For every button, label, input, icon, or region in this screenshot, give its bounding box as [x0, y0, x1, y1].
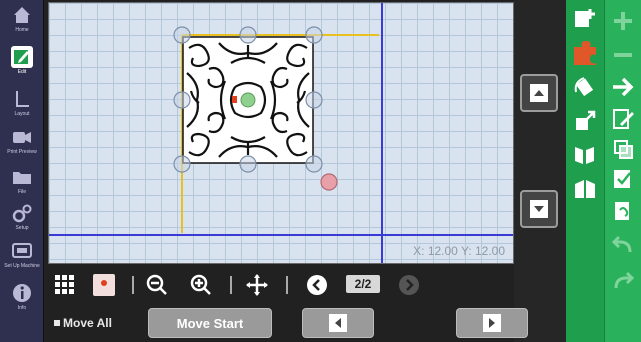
sidebar-item-label: File: [17, 189, 27, 195]
transform-icon: [615, 202, 629, 220]
add-pattern-button[interactable]: [570, 4, 600, 34]
grid-icon: [55, 275, 74, 294]
tool-column-primary: [566, 0, 604, 342]
resize-icon: [576, 110, 596, 130]
step-left-button[interactable]: [302, 308, 374, 338]
undo-icon: [611, 235, 632, 253]
sidebar-item-label: Info: [17, 305, 27, 311]
toolbar-divider: [132, 276, 134, 294]
info-icon: [13, 284, 31, 302]
undo-button[interactable]: [608, 230, 638, 260]
transform-button[interactable]: [608, 196, 638, 226]
sidebar-item-print-preview[interactable]: Print Preview: [6, 126, 38, 164]
quilt-view-button[interactable]: [90, 272, 118, 298]
sidebar-item-label: Home: [15, 27, 29, 33]
folder-icon: [13, 172, 31, 184]
machine-icon: [12, 243, 32, 258]
quilt-block-icon: [93, 274, 115, 296]
chevron-right-icon: [399, 275, 419, 295]
minus-icon: [614, 53, 632, 57]
triangle-right-icon: [483, 314, 501, 332]
tool-column-secondary: [604, 0, 641, 342]
move-arrows-icon: [246, 274, 268, 296]
flip-button[interactable]: [570, 174, 600, 204]
check-icon: [614, 170, 631, 188]
sidebar-item-home[interactable]: Home: [6, 4, 38, 42]
sidebar-item-label: Set Up Machine: [4, 263, 40, 269]
toolbar-divider: [230, 276, 232, 294]
move-all-toggle[interactable]: Move All: [54, 316, 112, 330]
move-all-label: Move All: [63, 316, 112, 330]
sidebar-item-label: Edit: [17, 69, 27, 75]
canvas-drawing: [49, 3, 513, 263]
sidebar-item-edit[interactable]: Edit: [6, 46, 38, 84]
canvas-toolbar: 2/2: [48, 266, 514, 302]
design-canvas[interactable]: X: 12.00 Y: 12.00: [48, 2, 514, 264]
zoom-out-button[interactable]: [144, 272, 170, 298]
edit-document-icon: [613, 109, 634, 129]
rotate-handle[interactable]: [320, 173, 338, 191]
chevron-left-icon: [307, 275, 327, 295]
step-right-button[interactable]: [456, 308, 528, 338]
home-icon: [14, 7, 30, 23]
scroll-down-button[interactable]: [520, 190, 558, 228]
sidebar-item-label: Layout: [14, 111, 30, 117]
flip-icon: [575, 180, 595, 198]
edit-pattern-button[interactable]: [608, 104, 638, 134]
scroll-up-button[interactable]: [520, 74, 558, 112]
print-preview-icon: [13, 132, 31, 143]
redo-icon: [614, 271, 635, 289]
next-button[interactable]: [608, 72, 638, 102]
previous-page-button[interactable]: [304, 272, 330, 298]
move-start-button[interactable]: Move Start: [148, 308, 272, 338]
next-page-button[interactable]: [396, 272, 422, 298]
sidebar-item-layout[interactable]: Layout: [6, 88, 38, 126]
check-button[interactable]: [608, 164, 638, 194]
plus-icon: [614, 12, 632, 30]
add-pattern-icon: [575, 9, 595, 27]
app-window: Home Edit Layout Print Preview File Setu…: [0, 0, 641, 342]
resize-button[interactable]: [570, 106, 600, 136]
mirror-button[interactable]: [570, 140, 600, 170]
coordinate-readout: X: 12.00 Y: 12.00: [413, 244, 505, 258]
arrow-right-icon: [613, 77, 634, 97]
sidebar-item-set-up-machine[interactable]: Set Up Machine: [4, 240, 40, 278]
sidebar-item-label: Print Preview: [7, 149, 37, 155]
layout-icon: [16, 91, 29, 107]
chevron-down-icon: [530, 200, 548, 218]
crop-icon: [614, 140, 633, 159]
move-all-checkbox[interactable]: [54, 320, 60, 326]
remove-button[interactable]: [608, 40, 638, 70]
pattern-color-button[interactable]: [570, 38, 600, 68]
mirror-icon: [575, 147, 594, 164]
sidebar: Home Edit Layout Print Preview File Setu…: [0, 0, 44, 342]
center-marker: [240, 92, 256, 108]
sidebar-item-setup[interactable]: Setup: [6, 202, 38, 240]
grid-button[interactable]: [52, 272, 78, 298]
bottom-controls: Move All Move Start: [48, 302, 528, 342]
start-marker: [232, 96, 237, 103]
zoom-add-button[interactable]: [608, 6, 638, 36]
zoom-in-button[interactable]: [188, 272, 214, 298]
sidebar-item-info[interactable]: Info: [6, 282, 38, 320]
redo-button[interactable]: [608, 266, 638, 296]
crop-button[interactable]: [608, 134, 638, 164]
pan-button[interactable]: [244, 272, 270, 298]
sidebar-item-label: Setup: [15, 225, 29, 231]
zoom-in-icon: [190, 274, 211, 295]
move-start-label: Move Start: [176, 315, 244, 331]
puzzle-icon: [574, 41, 596, 65]
toolbar-divider: [286, 276, 288, 294]
edit-icon: [11, 46, 33, 68]
page-indicator: 2/2: [346, 275, 380, 293]
chevron-up-icon: [530, 84, 548, 102]
gear-icon: [12, 204, 32, 223]
scroll-strip: [514, 0, 566, 342]
rotate-button[interactable]: [570, 72, 600, 102]
rotate-icon: [574, 77, 594, 97]
triangle-left-icon: [329, 314, 347, 332]
zoom-out-icon: [146, 274, 167, 295]
pattern-block[interactable]: [182, 36, 314, 164]
sidebar-item-file[interactable]: File: [6, 166, 38, 204]
